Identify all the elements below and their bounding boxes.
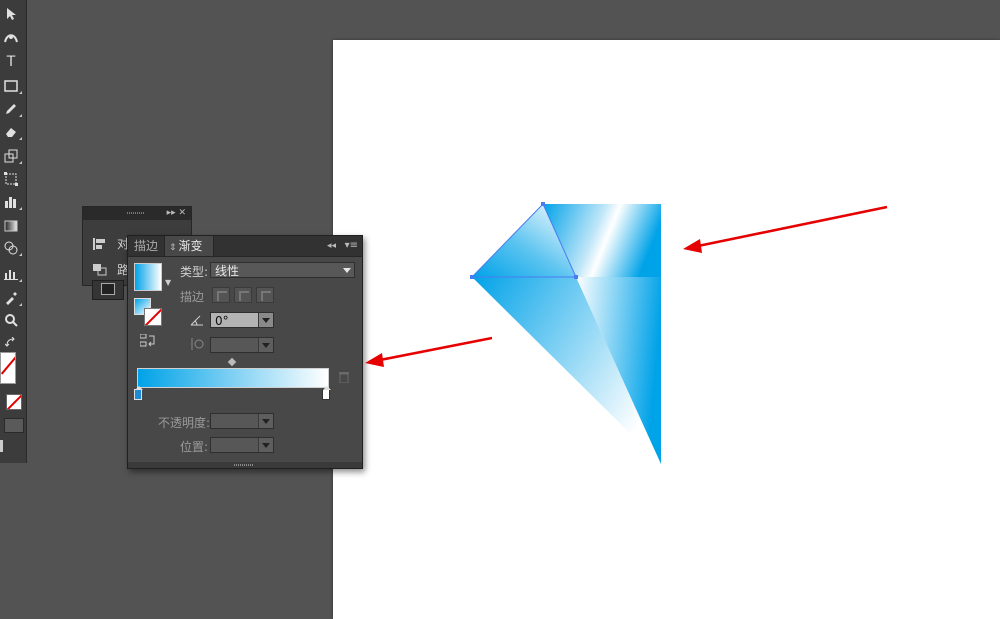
- gradient-tool-icon[interactable]: [0, 216, 22, 236]
- fill-swatch[interactable]: [0, 352, 16, 384]
- shape-builder-icon[interactable]: [0, 238, 22, 258]
- angle-input[interactable]: 0°: [210, 312, 274, 328]
- scale-tool-icon[interactable]: [0, 146, 22, 166]
- stroke-box[interactable]: [144, 308, 162, 326]
- gradient-type-select[interactable]: 线性: [210, 262, 355, 278]
- gradient-panel: 描边 ⇕ 渐变 ◂◂ ▾≡ ▼ 类型: 线性 描边 0° 不透明度: 位置:: [127, 235, 363, 469]
- opacity-label: 不透明度:: [158, 416, 211, 430]
- chevron-down-icon: [340, 263, 354, 277]
- tab-gradient[interactable]: ⇕ 渐变: [164, 236, 214, 256]
- position-label: 位置:: [180, 440, 209, 454]
- tab-arrows-icon: ⇕: [169, 243, 177, 253]
- panel-menu-icon[interactable]: ▾≡: [345, 236, 358, 256]
- panel-title-bar[interactable]: ▸▸ ✕: [83, 207, 191, 220]
- type-tool-icon[interactable]: T: [0, 52, 22, 72]
- tab-stroke[interactable]: 描边: [134, 236, 158, 256]
- eyedropper-tool-icon[interactable]: [0, 288, 22, 308]
- zoom-tool-icon[interactable]: [0, 310, 22, 330]
- gradient-type-value: 线性: [215, 264, 240, 278]
- tools-panel: T: [0, 0, 27, 463]
- aspect-ratio-input[interactable]: [210, 337, 274, 353]
- gradient-midpoint-diamond[interactable]: [227, 357, 237, 367]
- angle-icon: [190, 315, 203, 326]
- graph-tool-icon[interactable]: [0, 192, 22, 212]
- aspect-ratio-icon: [191, 338, 204, 350]
- stroke-across-button[interactable]: [256, 287, 274, 303]
- reverse-gradient-icon[interactable]: [140, 334, 156, 348]
- chevron-down-icon[interactable]: [258, 313, 273, 327]
- panel-tab-bar: 描边 ⇕ 渐变 ◂◂ ▾≡: [128, 236, 362, 257]
- opacity-input[interactable]: [210, 413, 274, 429]
- anchor-point[interactable]: [541, 202, 545, 206]
- delete-stop-icon[interactable]: [338, 371, 350, 383]
- gradient-slider[interactable]: [137, 368, 329, 388]
- panel-buttons[interactable]: ▸▸ ✕: [167, 207, 186, 220]
- curvature-tool-icon[interactable]: [0, 28, 22, 48]
- type-label: 类型:: [180, 265, 209, 279]
- pencil-tool-icon[interactable]: [0, 99, 22, 119]
- anchor-point[interactable]: [470, 275, 474, 279]
- align-icon: [93, 237, 105, 250]
- anchor-point[interactable]: [574, 275, 578, 279]
- screen-mode-button[interactable]: [0, 440, 3, 452]
- panel-resize-grip[interactable]: [128, 462, 362, 468]
- position-input[interactable]: [210, 437, 274, 453]
- tab-gradient-label: 渐变: [178, 239, 203, 253]
- selection-tool-icon[interactable]: [0, 4, 22, 24]
- transparency-panel-icon[interactable]: [92, 280, 124, 300]
- free-transform-icon[interactable]: [0, 169, 22, 189]
- chevron-down-icon[interactable]: [258, 338, 273, 352]
- chevron-down-icon[interactable]: [258, 414, 273, 428]
- collapse-icon[interactable]: ◂◂: [327, 236, 336, 256]
- draw-mode-button[interactable]: [4, 418, 24, 433]
- swatch-dropdown-icon[interactable]: ▼: [165, 278, 171, 287]
- stroke-none-swatch[interactable]: [6, 394, 22, 410]
- swap-colors-icon[interactable]: [0, 333, 22, 353]
- gradient-stop-start[interactable]: [134, 386, 143, 400]
- gradient-swatch[interactable]: [134, 263, 162, 291]
- eraser-tool-icon[interactable]: [0, 122, 22, 142]
- rectangle-tool-icon[interactable]: [0, 76, 22, 96]
- column-graph-icon[interactable]: [0, 264, 22, 284]
- stroke-within-button[interactable]: [212, 287, 230, 303]
- chevron-down-icon[interactable]: [258, 438, 273, 452]
- pathfinder-icon: [93, 263, 107, 275]
- fill-stroke-selector[interactable]: [134, 298, 164, 328]
- angle-value: 0°: [215, 314, 229, 328]
- align-panel-item[interactable]: 对: [93, 235, 129, 252]
- diamond-artwork[interactable]: [333, 40, 1000, 619]
- stroke-along-button[interactable]: [234, 287, 252, 303]
- stroke-label: 描边: [180, 290, 205, 304]
- gradient-stop-end[interactable]: [322, 386, 331, 400]
- pathfinder-panel-item[interactable]: 路: [93, 261, 129, 278]
